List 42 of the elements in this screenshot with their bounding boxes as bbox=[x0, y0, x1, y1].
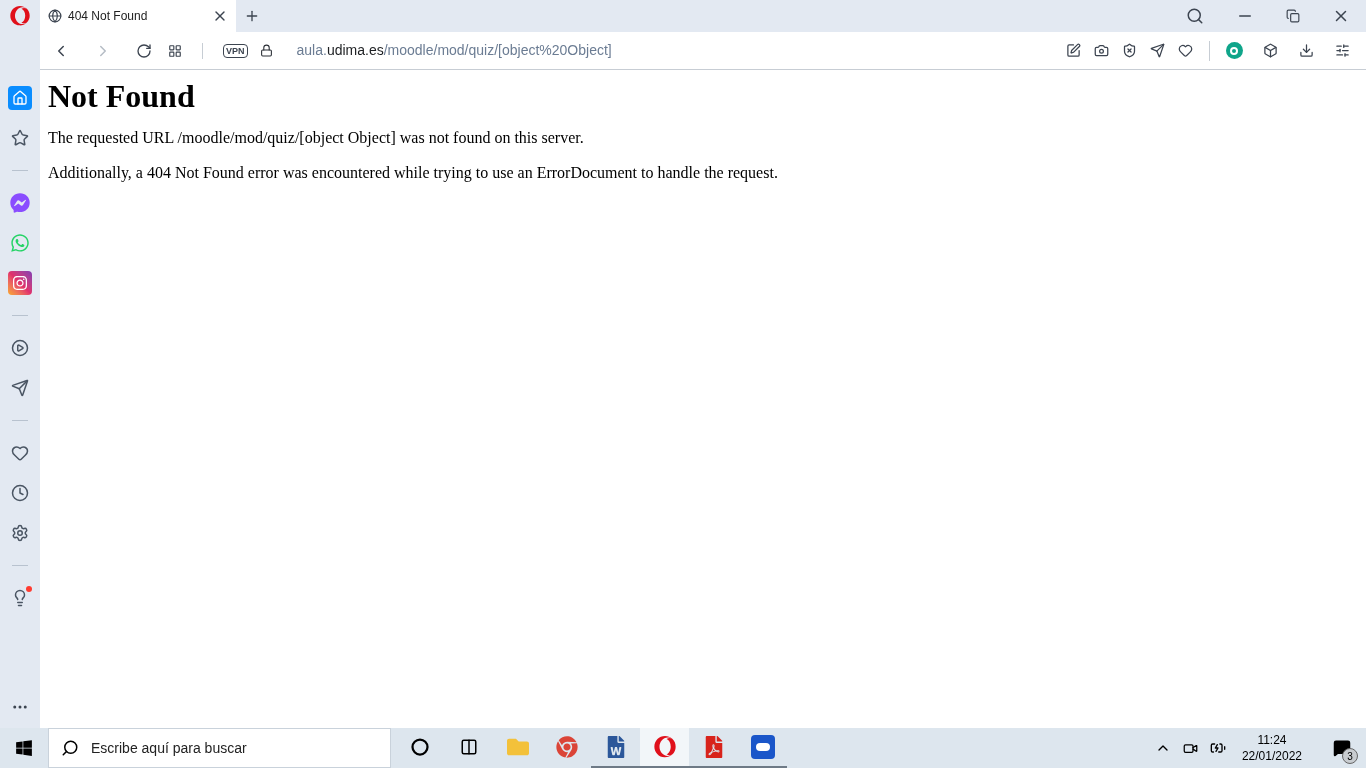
easy-setup-icon[interactable] bbox=[1334, 43, 1350, 58]
battery-icon[interactable] bbox=[1209, 740, 1226, 756]
address-field[interactable]: aula.udima.es/moodle/mod/quiz/[object%20Object] bbox=[296, 40, 612, 61]
home-icon bbox=[12, 90, 28, 106]
restore-icon[interactable] bbox=[1286, 9, 1300, 23]
clock-time[interactable]: 11:24 bbox=[1257, 732, 1287, 748]
start-icon[interactable] bbox=[15, 739, 33, 757]
remote-app-icon bbox=[750, 735, 775, 759]
send-icon[interactable] bbox=[1149, 43, 1165, 58]
task-view-icon bbox=[459, 738, 478, 756]
cortana-icon bbox=[410, 738, 429, 756]
opera-logo-icon[interactable] bbox=[10, 6, 30, 26]
clock-date[interactable]: 22/01/2022 bbox=[1241, 748, 1302, 764]
search-icon bbox=[61, 739, 79, 757]
tab-title: 404 Not Found bbox=[68, 8, 149, 25]
globe-icon bbox=[48, 9, 62, 23]
chrome-icon bbox=[555, 736, 578, 758]
notification-count: 3 bbox=[1342, 748, 1358, 764]
instagram-icon bbox=[12, 275, 28, 291]
heart-icon[interactable] bbox=[1177, 43, 1193, 58]
vpn-badge[interactable]: VPN bbox=[223, 43, 248, 58]
shield-icon[interactable] bbox=[1121, 43, 1137, 58]
error-message: The requested URL /moodle/mod/quiz/[object Object] was not found on this server. bbox=[48, 128, 585, 148]
opera-icon bbox=[653, 736, 676, 758]
browser-tab[interactable]: 404 Not Found bbox=[40, 0, 236, 32]
messenger-button[interactable] bbox=[8, 191, 32, 215]
reload-icon[interactable] bbox=[136, 42, 152, 59]
new-tab-icon[interactable] bbox=[244, 8, 260, 24]
home-button[interactable] bbox=[8, 86, 32, 110]
lock-icon bbox=[259, 44, 273, 57]
error-message: Additionally, a 404 Not Found error was encountered while trying to use an ErrorDocument to handle the request. bbox=[48, 163, 779, 183]
speed-dial-icon[interactable] bbox=[168, 43, 182, 58]
folder-icon bbox=[506, 736, 529, 758]
search-icon[interactable] bbox=[1186, 7, 1204, 25]
page-heading: Not Found bbox=[48, 78, 196, 114]
download-icon[interactable] bbox=[1298, 43, 1314, 58]
extension-icon[interactable] bbox=[1225, 42, 1243, 59]
camera-icon[interactable] bbox=[1093, 43, 1109, 58]
cube-icon[interactable] bbox=[1262, 43, 1278, 58]
taskbar-search-field[interactable]: Escribe aquí para buscar bbox=[48, 728, 391, 768]
instagram-button[interactable] bbox=[8, 271, 32, 295]
edit-icon[interactable] bbox=[1065, 43, 1081, 58]
